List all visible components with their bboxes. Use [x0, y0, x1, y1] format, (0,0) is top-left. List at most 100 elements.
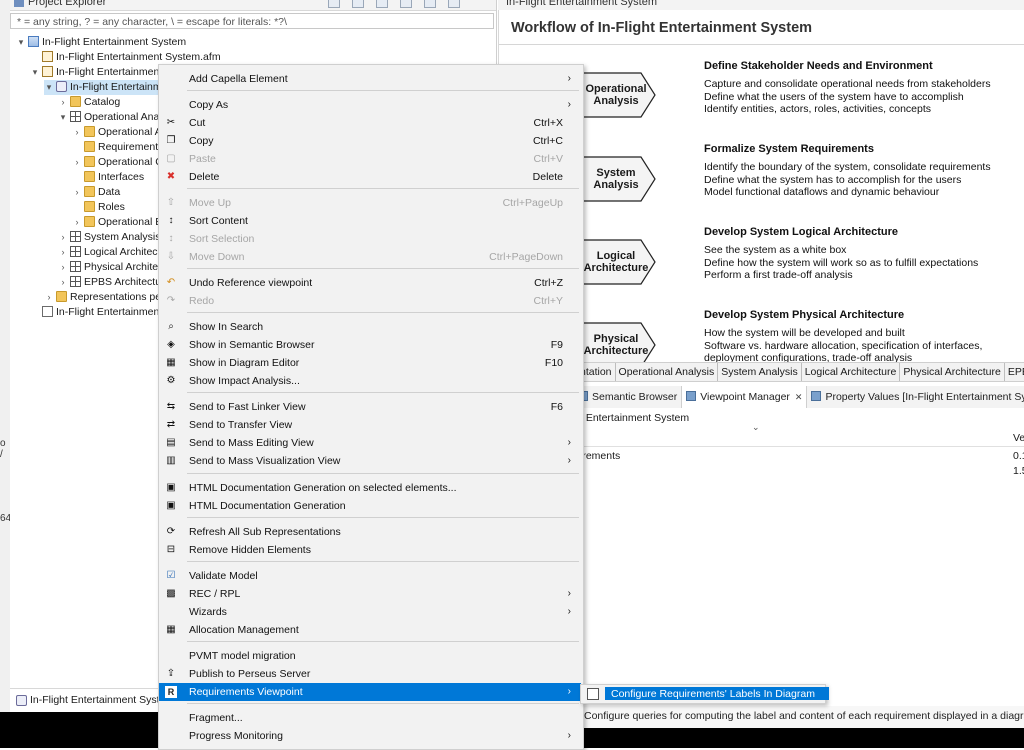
expand-arrow-icon[interactable]: › [72, 185, 82, 200]
menu-item-wizards[interactable]: Wizards › [159, 603, 581, 621]
step-text: How the system will be developed and bui… [704, 327, 905, 339]
menu-item-send-to-mass-visualization-view[interactable]: ▥ Send to Mass Visualization View › [159, 452, 581, 470]
menu-separator [187, 561, 579, 562]
collapse-icon[interactable] [328, 0, 340, 8]
chevron-down-icon[interactable]: ⌄ [752, 422, 760, 433]
tree-item-selected[interactable]: ▾ In-Flight Entertainm [44, 80, 168, 95]
table-row-label[interactable]: irements [580, 450, 620, 462]
tree-item[interactable]: ▾ Operational Ana [58, 110, 159, 125]
tree-item-label: Interfaces [98, 171, 145, 183]
menu-item-show-in-diagram-editor[interactable]: ▦ Show in Diagram Editor F10 [159, 354, 581, 372]
menu-item-show-impact-analysis[interactable]: ⚙ Show Impact Analysis... [159, 372, 581, 390]
tree-item[interactable]: › Physical Archite [58, 260, 158, 275]
menu-separator [187, 392, 579, 393]
tree-item[interactable]: ▾ In-Flight Entertainmen [30, 65, 159, 80]
page-title: Workflow of In-Flight Entertainment Syst… [511, 20, 813, 36]
tab-operational-analysis[interactable]: Operational Analysis [616, 363, 719, 381]
menu-item-show-in-search[interactable]: ⌕ Show In Search [159, 318, 581, 336]
menu-item-refresh-all-sub-representations[interactable]: ⟳ Refresh All Sub Representations [159, 523, 581, 541]
expand-arrow-icon[interactable]: › [58, 95, 68, 110]
tree-item[interactable]: Interfaces [72, 170, 144, 185]
tab-system-analysis[interactable]: System Analysis [718, 363, 802, 381]
menu-item-show-in-semantic-browser[interactable]: ◈ Show in Semantic Browser F9 [159, 336, 581, 354]
tree-item[interactable]: › EPBS Architectu [58, 275, 161, 290]
tab-viewpoint-manager[interactable]: Viewpoint Manager ✕ [681, 386, 808, 408]
view-menu-icon[interactable] [424, 0, 436, 8]
tree-item[interactable]: › Operational A [72, 125, 162, 140]
expand-icon[interactable] [352, 0, 364, 8]
step-logical-architecture[interactable]: Logical Architecture [581, 239, 657, 285]
menu-item-validate-model[interactable]: ☑ Validate Model [159, 567, 581, 585]
menu-item-allocation-management[interactable]: ▦ Allocation Management [159, 621, 581, 639]
expand-arrow-icon[interactable]: › [58, 260, 68, 275]
tab-semantic-browser[interactable]: Semantic Browser [574, 386, 681, 408]
menu-item-send-to-transfer-view[interactable]: ⇄ Send to Transfer View [159, 416, 581, 434]
filter-input[interactable]: * = any string, ? = any character, \ = e… [10, 13, 494, 29]
menu-item-copy[interactable]: ❐ Copy Ctrl+C [159, 132, 581, 150]
expand-arrow-icon[interactable]: › [72, 155, 82, 170]
tab-physical-architecture[interactable]: Physical Architecture [900, 363, 1005, 381]
menu-item-send-to-fast-linker-view[interactable]: ⇆ Send to Fast Linker View F6 [159, 398, 581, 416]
minimize-icon[interactable] [448, 0, 460, 8]
tree-item[interactable]: › System Analysis [58, 230, 160, 245]
tab-property-values[interactable]: Property Values [In-Flight Entertainment… [807, 386, 1024, 408]
chevron-right-icon: › [567, 99, 571, 110]
tab-logical-architecture[interactable]: Logical Architecture [802, 363, 901, 381]
menu-item-remove-hidden-elements[interactable]: ⊟ Remove Hidden Elements [159, 541, 581, 559]
close-icon[interactable]: ✕ [795, 392, 803, 402]
tab-workflow-editor[interactable]: In-Flight Entertainment System [506, 0, 657, 8]
tree-item[interactable]: › Operational C [72, 155, 163, 170]
menu-item-send-to-mass-editing-view[interactable]: ▤ Send to Mass Editing View › [159, 434, 581, 452]
menu-item-fragment[interactable]: Fragment... [159, 709, 581, 727]
expand-arrow-icon[interactable]: ▾ [30, 65, 40, 80]
expand-arrow-icon[interactable]: ▾ [16, 35, 26, 50]
layer-icon [70, 231, 81, 242]
mass-edit-icon: ▤ [166, 437, 176, 448]
tab-project-explorer[interactable]: Project Explorer [14, 0, 106, 10]
menu-item-publish-to-perseus-server[interactable]: ⇪ Publish to Perseus Server [159, 665, 581, 683]
menu-item-requirements-viewpoint[interactable]: R Requirements Viewpoint › [159, 683, 581, 701]
expand-arrow-icon[interactable]: › [44, 290, 54, 305]
tree-item[interactable]: ▾ In-Flight Entertainment System [16, 35, 186, 50]
tree-item[interactable]: › Representations pe [44, 290, 161, 305]
menu-item-shortcut: Ctrl+PageUp [502, 197, 563, 209]
tree-item[interactable]: › Data [72, 185, 120, 200]
menu-item-html-documentation-generation[interactable]: ▣ HTML Documentation Generation [159, 497, 581, 515]
menu-item-delete[interactable]: ✖ Delete Delete [159, 168, 581, 186]
expand-arrow-icon[interactable]: › [72, 215, 82, 230]
requirements-icon: R [165, 686, 177, 698]
filter-icon[interactable] [400, 0, 412, 8]
menu-item-add-capella-element[interactable]: Add Capella Element › [159, 70, 581, 88]
tree-item[interactable]: › Catalog [58, 95, 120, 110]
tree-item[interactable]: › Logical Architec [58, 245, 158, 260]
column-header-version[interactable]: Ve [1013, 432, 1024, 444]
menu-item-html-documentation-generation-on-selected-elements[interactable]: ▣ HTML Documentation Generation on select… [159, 479, 581, 497]
tab-epbs[interactable]: EPBS [1005, 363, 1024, 381]
tree-item[interactable]: In-Flight Entertainment System.afm [30, 50, 221, 65]
menu-item-cut[interactable]: ✂ Cut Ctrl+X [159, 114, 581, 132]
menu-item-undo-reference-viewpoint[interactable]: ↶ Undo Reference viewpoint Ctrl+Z [159, 274, 581, 292]
menu-item-configure-labels[interactable]: Configure Requirements' Labels In Diagra… [611, 685, 815, 703]
expand-arrow-icon[interactable]: ▾ [58, 110, 68, 125]
tree-item-label: Data [98, 186, 121, 198]
menu-item-sort-content[interactable]: ↕ Sort Content [159, 212, 581, 230]
expand-arrow-icon[interactable]: › [58, 230, 68, 245]
tree-item[interactable]: In-Flight Entertainmen [30, 305, 159, 320]
menu-item-rec-rpl[interactable]: ▩ REC / RPL › [159, 585, 581, 603]
menu-item-copy-as[interactable]: Copy As › [159, 96, 581, 114]
expand-arrow-icon[interactable]: › [58, 275, 68, 290]
tree-item[interactable]: › Operational E [72, 215, 162, 230]
expand-arrow-icon[interactable]: ▾ [44, 80, 54, 95]
menu-item-progress-monitoring[interactable]: Progress Monitoring › [159, 727, 581, 745]
expand-arrow-icon[interactable]: › [72, 125, 82, 140]
step-text: Identify entities, actors, roles, activi… [704, 103, 932, 115]
expand-arrow-icon[interactable]: › [58, 245, 68, 260]
tree-item[interactable]: Roles [72, 200, 125, 215]
menu-item-pvmt-model-migration[interactable]: PVMT model migration [159, 647, 581, 665]
step-operational-analysis[interactable]: Operational Analysis [581, 72, 657, 118]
step-system-analysis[interactable]: System Analysis [581, 156, 657, 202]
step-label-line: Architecture [583, 262, 649, 274]
link-editor-icon[interactable] [376, 0, 388, 8]
layer-icon [70, 261, 81, 272]
tree-item[interactable]: Requirements [72, 140, 163, 155]
